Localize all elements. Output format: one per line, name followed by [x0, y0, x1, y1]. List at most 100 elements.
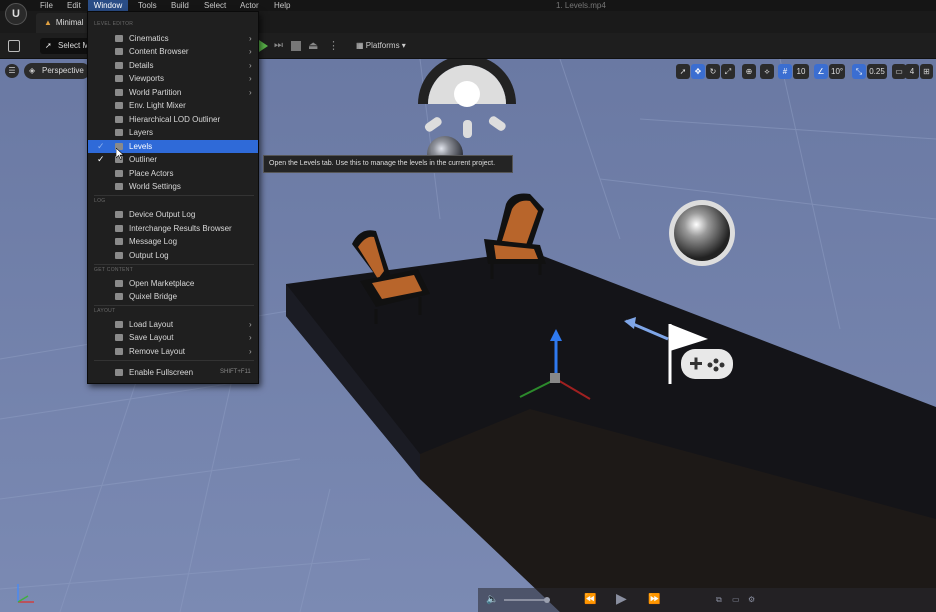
level-icon: ▲: [44, 18, 52, 27]
hlod-outliner-icon: [115, 116, 123, 123]
menu-item-interchange-results[interactable]: Interchange Results Browser: [88, 222, 258, 235]
submenu-arrow-icon: ›: [249, 61, 252, 70]
menu-item-world-partition[interactable]: World Partition ›: [88, 86, 258, 99]
scale-mode-icon[interactable]: ⤢: [721, 64, 735, 79]
menu-window[interactable]: Window: [88, 0, 128, 11]
play-icon[interactable]: ▶: [616, 591, 627, 605]
cinematics-icon: [115, 35, 123, 42]
menu-item-cinematics[interactable]: Cinematics ›: [88, 32, 258, 45]
menu-item-world-settings[interactable]: World Settings: [88, 180, 258, 193]
checkmark-icon: ✓: [97, 154, 105, 164]
menu-divider: [94, 264, 254, 265]
menu-item-layers[interactable]: Layers: [88, 126, 258, 139]
stop-icon[interactable]: [291, 41, 301, 51]
menu-item-save-layout[interactable]: Save Layout ›: [88, 331, 258, 344]
quixel-bridge-icon: [115, 293, 123, 300]
load-layout-icon: [115, 321, 123, 328]
menu-item-content-browser[interactable]: Content Browser ›: [88, 45, 258, 58]
select-mode-icon[interactable]: ➚: [676, 64, 690, 79]
shortcut-label: SHIFT+F11: [220, 369, 251, 375]
light-mixer-icon: [115, 102, 123, 109]
device-log-icon: [115, 211, 123, 218]
camera-speed-icon[interactable]: ▭: [892, 64, 906, 79]
translate-mode-icon[interactable]: ✥: [691, 64, 705, 79]
rewind-icon[interactable]: ⏪: [584, 593, 596, 607]
perspective-label: Perspective: [42, 66, 84, 75]
selection-mode-dropdown[interactable]: ➚ Select M: [40, 38, 92, 54]
menu-help[interactable]: Help: [270, 0, 294, 11]
grid-snap-value[interactable]: 10: [793, 64, 809, 79]
mouse-cursor-icon: [116, 148, 124, 160]
platforms-label: Platforms: [365, 41, 400, 50]
menu-item-remove-layout[interactable]: Remove Layout ›: [88, 345, 258, 358]
more-options-icon[interactable]: ⋮: [328, 39, 339, 53]
menu-item-levels[interactable]: ✓ Levels: [88, 140, 258, 153]
rotate-mode-icon[interactable]: ↻: [706, 64, 720, 79]
menu-item-viewports[interactable]: Viewports ›: [88, 72, 258, 85]
rotation-snap-value[interactable]: 10°: [829, 64, 845, 79]
section-header-level-editor: LEVEL EDITOR: [94, 21, 134, 27]
submenu-arrow-icon: ›: [249, 333, 252, 342]
scale-snap-value[interactable]: 0.25: [867, 64, 887, 79]
menu-item-message-log[interactable]: Message Log: [88, 235, 258, 248]
directional-light-icon: [418, 59, 516, 138]
menu-item-load-layout[interactable]: Load Layout ›: [88, 318, 258, 331]
menu-item-enable-fullscreen[interactable]: Enable Fullscreen SHIFT+F11: [88, 366, 258, 379]
details-icon: [115, 62, 123, 69]
menu-item-quixel-bridge[interactable]: Quixel Bridge: [88, 290, 258, 303]
eject-icon[interactable]: ⏏: [308, 40, 320, 52]
viewports-icon: [115, 75, 123, 82]
play-icon[interactable]: [259, 40, 268, 52]
fast-forward-icon[interactable]: ⏩: [648, 593, 660, 607]
screen-icon[interactable]: ▭: [732, 593, 740, 607]
section-header-log: LOG: [94, 198, 106, 204]
perspective-button[interactable]: ◈ Perspective: [24, 63, 90, 79]
maximize-viewport-icon[interactable]: ⊞: [920, 64, 933, 79]
save-icon[interactable]: [8, 40, 20, 52]
volume-slider-knob[interactable]: [544, 597, 550, 603]
submenu-arrow-icon: ›: [249, 34, 252, 43]
cursor-icon: ➚: [45, 41, 52, 50]
chevron-down-icon: ▾: [399, 41, 406, 50]
fullscreen-icon: [115, 369, 123, 376]
scale-snap-icon[interactable]: ⤡: [852, 64, 866, 79]
viewport-options-icon[interactable]: ☰: [5, 64, 19, 78]
menu-edit[interactable]: Edit: [63, 0, 85, 11]
video-player-bar: 🔈 ⏪ ▶ ⏩ ⧉ ▭ ⚙: [478, 588, 936, 612]
menu-item-env-light-mixer[interactable]: Env. Light Mixer: [88, 99, 258, 112]
viewport-toolbar-right: ➚ ✥ ↻ ⤢ ⊕ ⟡ # 10 ∠ 10° ⤡ 0.25 ▭ 4: [676, 64, 919, 79]
menu-item-device-output-log[interactable]: Device Output Log: [88, 208, 258, 221]
menu-build[interactable]: Build: [167, 0, 193, 11]
tab-level-label: Minimal: [55, 18, 84, 27]
rotation-snap-icon[interactable]: ∠: [814, 64, 828, 79]
place-actors-icon: [115, 170, 123, 177]
unreal-editor-window: File Edit Window Tools Build Select Acto…: [0, 0, 936, 612]
grid-snap-icon[interactable]: #: [778, 64, 792, 79]
menu-item-open-marketplace[interactable]: Open Marketplace: [88, 277, 258, 290]
step-icon[interactable]: ⏭: [274, 40, 284, 52]
world-space-icon[interactable]: ⊕: [742, 64, 756, 79]
world-settings-icon: [115, 183, 123, 190]
menu-file[interactable]: File: [36, 0, 57, 11]
menu-item-output-log[interactable]: Output Log: [88, 249, 258, 262]
save-layout-icon: [115, 334, 123, 341]
platforms-icon: ▦: [356, 41, 366, 50]
menu-actor[interactable]: Actor: [236, 0, 263, 11]
unreal-logo-icon[interactable]: U: [5, 3, 27, 25]
camera-speed-value[interactable]: 4: [905, 64, 919, 79]
volume-icon[interactable]: 🔈: [486, 593, 498, 607]
settings-icon[interactable]: ⚙: [748, 593, 755, 607]
menu-item-outliner[interactable]: ✓ Outliner: [88, 153, 258, 166]
menu-item-hlod-outliner[interactable]: Hierarchical LOD Outliner: [88, 113, 258, 126]
layers-icon: [115, 129, 123, 136]
volume-slider[interactable]: [504, 599, 548, 601]
section-header-layout: LAYOUT: [94, 308, 116, 314]
menu-select[interactable]: Select: [200, 0, 230, 11]
subtitles-icon[interactable]: ⧉: [716, 593, 722, 607]
menu-tools[interactable]: Tools: [134, 0, 161, 11]
menu-item-place-actors[interactable]: Place Actors: [88, 167, 258, 180]
surface-snap-icon[interactable]: ⟡: [760, 64, 774, 79]
platforms-button[interactable]: ▦ Platforms ▾: [356, 39, 406, 53]
submenu-arrow-icon: ›: [249, 88, 252, 97]
menu-item-details[interactable]: Details ›: [88, 59, 258, 72]
